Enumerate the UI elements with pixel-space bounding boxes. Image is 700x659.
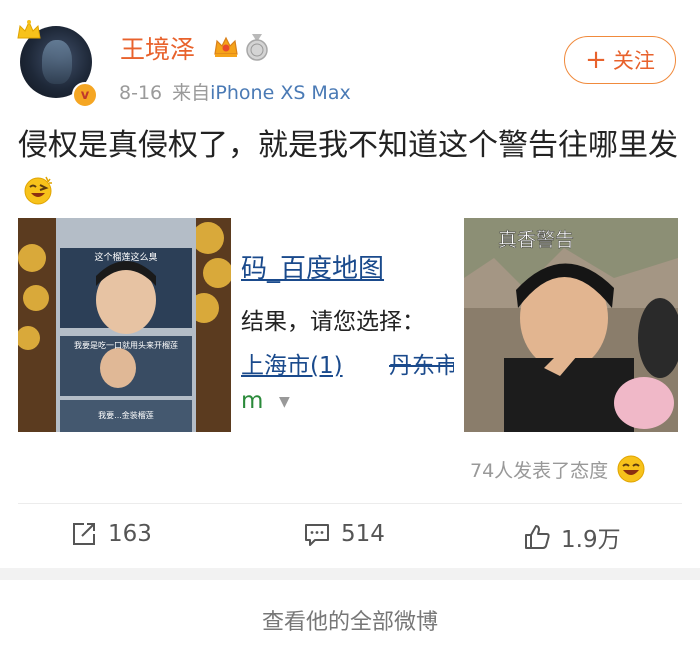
repost-button[interactable]: 163 — [70, 520, 152, 548]
laugh-emoji-icon — [24, 176, 52, 205]
pointing-boy-image: 真香警告 — [464, 218, 678, 432]
image2-line-3: 上海市(1) — [241, 353, 343, 379]
durian-stall-image: 这个榴莲这么臭 我要是吃一口就用头来开榴莲 我要...金装榴莲 — [18, 218, 231, 432]
post-date: 8-16 — [119, 82, 163, 104]
reactions-text: 74人发表了态度 — [470, 459, 609, 482]
image-thumbnail-1[interactable]: 这个榴莲这么臭 我要是吃一口就用头来开榴莲 我要...金装榴莲 — [18, 218, 231, 432]
image2-line-4: 丹东市 — [389, 353, 454, 379]
follow-button[interactable]: + 关注 — [564, 36, 676, 84]
verified-v-icon: v — [72, 82, 98, 108]
weibo-post-card: v 王境泽 8-16 来自iPhone XS Max + 关注 侵权是真侵权了，就… — [0, 0, 700, 570]
image1-caption-3: 我要...金装榴莲 — [98, 410, 154, 420]
vip-crown-icon[interactable] — [212, 34, 240, 60]
image3-caption: 真香警告 — [498, 229, 574, 251]
image-thumbnail-3[interactable]: 真香警告 — [464, 218, 678, 432]
post-meta: 8-16 来自iPhone XS Max — [119, 78, 351, 105]
image-grid: 这个榴莲这么臭 我要是吃一口就用头来开榴莲 我要...金装榴莲 码_百度地图 结… — [18, 218, 678, 432]
like-button[interactable]: 1.9万 — [523, 520, 621, 554]
like-icon — [525, 525, 550, 549]
device-link[interactable]: iPhone XS Max — [210, 82, 351, 104]
comment-button[interactable]: 514 — [303, 520, 385, 548]
post-body: 侵权是真侵权了，就是我不知道这个警告往哪里发 — [18, 128, 678, 163]
image1-caption-2: 我要是吃一口就用头来开榴莲 — [74, 340, 178, 350]
username[interactable]: 王境泽 — [120, 30, 195, 66]
repost-count: 163 — [108, 521, 152, 547]
like-count: 1.9万 — [561, 527, 621, 553]
laugh-emoji-icon — [617, 455, 645, 483]
view-all-posts-label: 查看他的全部微博 — [261, 609, 438, 635]
view-all-posts-button[interactable]: 查看他的全部微博 — [0, 580, 700, 659]
post-text: 侵权是真侵权了，就是我不知道这个警告往哪里发 — [18, 122, 678, 216]
dropdown-caret-icon: ▼ — [279, 394, 290, 410]
image2-line-1: 码_百度地图 — [241, 254, 385, 284]
action-bar: 163 514 1.9万 — [0, 508, 700, 564]
section-gap — [0, 568, 700, 580]
comment-count: 514 — [341, 521, 385, 547]
crown-icon — [17, 20, 41, 39]
medal-icon[interactable] — [244, 32, 270, 62]
avatar[interactable]: v — [14, 20, 98, 108]
image-thumbnail-2[interactable]: 码_百度地图 结果，请您选择： 上海市(1) 丹东市 m ▼ — [241, 218, 454, 432]
image1-caption-1: 这个榴莲这么臭 — [94, 251, 157, 263]
divider — [18, 503, 682, 504]
source-prefix: 来自 — [172, 82, 211, 104]
repost-icon — [73, 523, 95, 545]
follow-label: 关注 — [612, 49, 655, 73]
reactions-summary[interactable]: 74人发表了态度 — [470, 454, 646, 484]
image2-line-5: m — [241, 388, 264, 414]
image2-line-2: 结果，请您选择： — [241, 309, 425, 335]
comment-icon — [305, 524, 329, 546]
plus-icon: + — [585, 45, 607, 75]
